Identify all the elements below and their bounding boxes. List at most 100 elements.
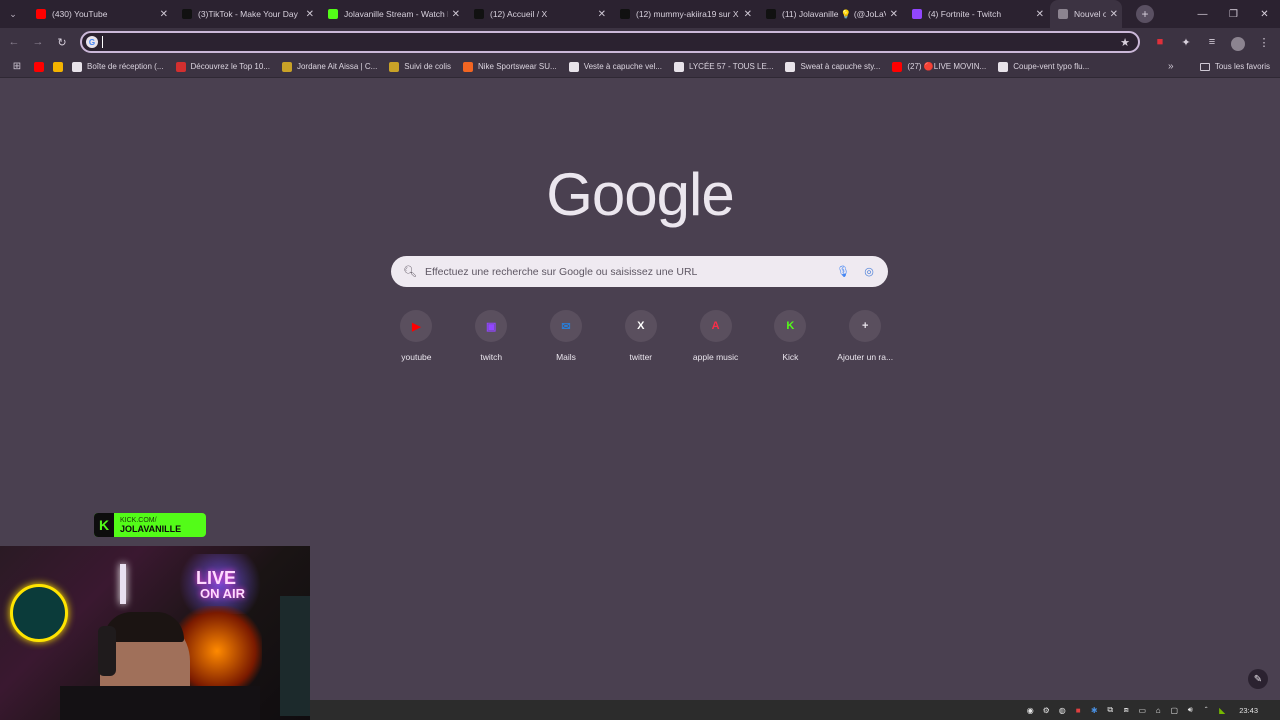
shortcut-label: Mails [556,352,576,362]
side-monitor [280,596,310,716]
streamer-shirt [60,686,260,720]
bookmark-favicon-icon [34,61,44,72]
tab-title: (12) Accueil / X [490,9,548,19]
bookmark-item[interactable] [53,61,68,72]
kick-logo-icon: K [94,513,114,537]
tiktok-icon [182,9,192,19]
extension-icon[interactable]: ■ [1150,32,1170,52]
bookmark-star-icon[interactable]: ★ [1120,36,1130,49]
close-tab-icon[interactable]: ✕ [1036,9,1044,20]
bookmark-favicon-icon [389,61,400,72]
twitch-icon [912,9,922,19]
tab[interactable]: (3)TikTok - Make Your Day ✕ [174,0,320,28]
usb-icon[interactable]: ⌂ [1153,705,1163,715]
shortcut-tile[interactable]: Aapple music [678,310,753,362]
bookmark-item[interactable]: Coupe-vent typo flu... [998,61,1090,72]
display-icon[interactable]: ▢ [1169,705,1179,715]
tab-title: (3)TikTok - Make Your Day [198,9,298,19]
new-tab-button[interactable]: + [1136,5,1154,23]
shortcut-tile[interactable]: ▶ youtube [379,310,454,362]
webcam-overlay: LIVE ON AIR [0,546,310,720]
bluetooth-icon[interactable]: ✱ [1089,705,1099,715]
search-box[interactable]: 🔍︎ Effectuez une recherche sur Google ou… [391,256,888,287]
all-bookmarks-label: Tous les favoris [1214,62,1270,71]
chevron-up-icon[interactable]: ˆ [1201,705,1211,715]
close-tab-icon[interactable]: ✕ [744,9,752,20]
tab[interactable]: (4) Fortnite - Twitch ✕ [904,0,1050,28]
tab[interactable]: (11) Jolavanille 💡 (@JoLaV ✕ [758,0,904,28]
minimize-icon[interactable]: — [1187,0,1218,28]
steam-icon[interactable]: ⚙ [1041,705,1051,715]
close-tab-icon[interactable]: ✕ [452,9,460,20]
kick-badge-line2: JOLAVANILLE [120,524,182,534]
shortcut-tile[interactable]: K Kick [753,310,828,362]
bookmark-favicon-icon [892,61,903,72]
shortcut-tile[interactable]: ▣ twitch [454,310,529,362]
address-bar[interactable]: G ★ [80,31,1140,53]
shortcut-icon: A [699,310,732,342]
shortcut-icon: K [774,310,807,342]
bookmark-item[interactable]: Sweat à capuche sty... [785,61,880,72]
media-controls-icon[interactable]: ≡ [1202,32,1222,52]
extensions-puzzle-icon[interactable]: ✦ [1176,32,1196,52]
microphone-icon[interactable]: 🎙︎ [836,265,850,279]
bookmark-item[interactable]: LYCÉE 57 - TOUS LE... [673,61,773,72]
bookmark-item[interactable]: Découvrez le Top 10... [175,61,270,72]
bookmark-favicon-icon [462,61,473,72]
bookmark-label: Découvrez le Top 10... [190,62,270,71]
close-tab-icon[interactable]: ✕ [306,9,314,20]
headphones [98,626,116,676]
bookmark-favicon-icon [53,61,63,72]
window-icon[interactable]: ▭ [1137,705,1147,715]
forward-icon[interactable]: → [26,30,50,54]
back-icon[interactable]: ← [2,30,26,54]
bookmark-label: Coupe-vent typo flu... [1013,62,1090,71]
restore-icon[interactable]: ❐ [1218,0,1249,28]
bookmarks-overflow-button[interactable]: » [1168,61,1174,72]
shortcut-tile[interactable]: ✉ Mails [529,310,604,362]
nvidia-icon[interactable]: ◣ [1217,705,1227,715]
close-tab-icon[interactable]: ✕ [598,9,606,20]
capture-icon[interactable]: ⧉ [1105,705,1115,715]
tab-list: (430) YouTube ✕ (3)TikTok - Make Your Day ✕… [28,0,1122,28]
tab[interactable]: (12) Accueil / X ✕ [466,0,612,28]
bookmark-item[interactable]: Boîte de réception (... [72,61,164,72]
bookmark-label: (27) 🔴LIVE MOVIN... [907,62,987,71]
bookmark-item[interactable]: Veste à capuche vel... [568,61,662,72]
bookmark-favicon-icon [72,61,82,72]
app-icon[interactable]: ◍ [1057,705,1067,715]
discord-icon[interactable]: ◉ [1025,705,1035,715]
tab-search-icon[interactable]: ⌄ [4,5,22,23]
all-bookmarks-button[interactable]: Tous les favoris [1199,62,1270,71]
toolbar-right: ■ ✦ ≡ ⋮ [1150,32,1274,52]
close-tab-icon[interactable]: ✕ [1110,9,1118,20]
toolbar: ← → ↻ G ★ ■ ✦ ≡ ⋮ [0,28,1280,56]
clock[interactable]: 23:43 [1239,705,1258,715]
bookmark-item[interactable]: Jordane Ait Aissa | C... [281,61,377,72]
kick-channel-badge: K KICK.COM/ JOLAVANILLE [94,513,206,537]
google-lens-icon[interactable]: ◎ [862,265,876,279]
close-window-icon[interactable]: ✕ [1249,0,1280,28]
close-tab-icon[interactable]: ✕ [890,9,898,20]
tab[interactable]: (430) YouTube ✕ [28,0,174,28]
tab[interactable]: Jolavanille Stream - Watch L ✕ [320,0,466,28]
shortcut-tile[interactable]: + Ajouter un ra... [828,310,903,362]
network-icon[interactable]: ⧈ [1121,705,1131,715]
menu-kebab-icon[interactable]: ⋮ [1254,32,1274,52]
tab[interactable]: Nouvel on ✕ [1050,0,1122,28]
bookmark-label: Veste à capuche vel... [583,62,662,71]
close-tab-icon[interactable]: ✕ [160,9,168,20]
reload-icon[interactable]: ↻ [50,30,74,54]
bookmark-item[interactable]: Suivi de colis [389,61,451,72]
volume-icon[interactable]: 🔊︎ [1185,705,1195,715]
shortcut-tile[interactable]: Xtwitter [603,310,678,362]
bookmark-item[interactable]: Nike Sportswear SU... [462,61,557,72]
kick-icon [328,9,338,19]
bookmark-item[interactable] [34,61,49,72]
app-red-icon[interactable]: ■ [1073,705,1083,715]
bookmark-item[interactable]: (27) 🔴LIVE MOVIN... [892,61,987,72]
apps-grid-icon[interactable]: ⊞ [0,61,34,72]
tab[interactable]: (12) mummy-akiira19 sur X ✕ [612,0,758,28]
profile-avatar[interactable] [1228,32,1248,52]
customize-pencil-icon[interactable]: ✎ [1248,669,1268,689]
